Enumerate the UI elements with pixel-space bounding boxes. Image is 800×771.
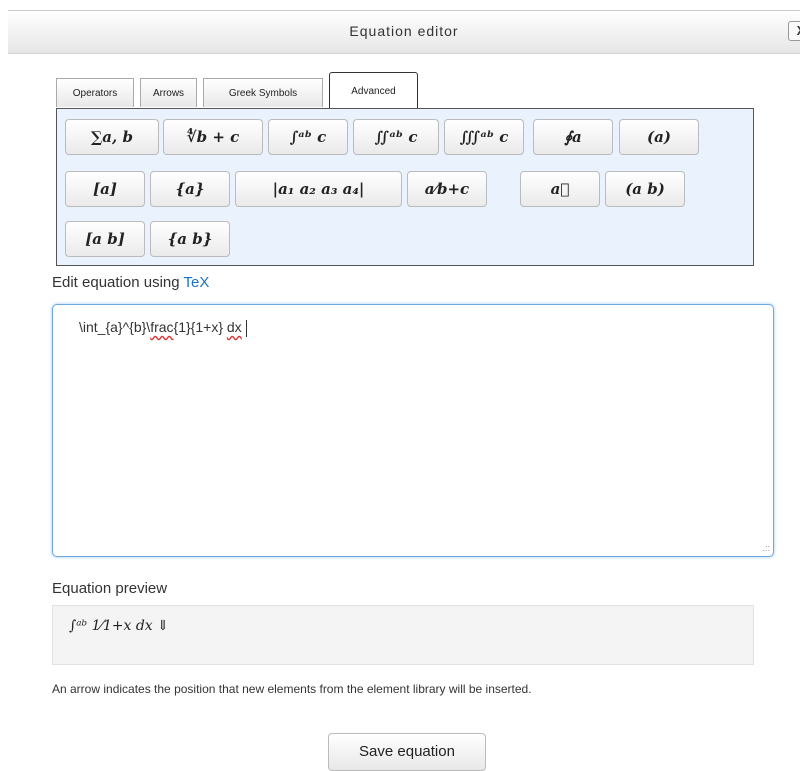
resize-grip-icon[interactable]: .:: (762, 543, 770, 553)
preview-label: Equation preview (52, 580, 168, 597)
tab-operators[interactable]: Operators (56, 78, 134, 107)
tab-advanced[interactable]: Advanced (329, 72, 418, 109)
parentheses-button[interactable]: (a) (619, 119, 699, 155)
root-button[interactable]: ∜b + c (163, 119, 263, 155)
brackets-button[interactable]: [a] (65, 171, 145, 207)
brace-vector-button[interactable]: {a b} (150, 221, 230, 257)
vector-button[interactable]: a⃗ (520, 171, 600, 207)
triple-integral-button[interactable]: ∭ᵃᵇ c (444, 119, 524, 155)
close-button[interactable]: X (788, 21, 800, 41)
sum-button[interactable]: ∑a, b (65, 119, 159, 155)
text-cursor (245, 319, 247, 337)
bracket-vector-button[interactable]: [a b] (65, 221, 145, 257)
integral-button[interactable]: ∫ᵃᵇ c (268, 119, 348, 155)
dialog-header: Equation editor (8, 10, 800, 54)
equation-preview: ∫ᵃᵇ 1⁄1+x dx ⇓ (52, 605, 754, 665)
binomial-button[interactable]: (a b) (605, 171, 685, 207)
fraction-button[interactable]: a⁄b+c (407, 171, 487, 207)
save-equation-button[interactable]: Save equation (328, 733, 486, 771)
dialog-title: Equation editor (349, 23, 459, 39)
matrix-determinant-button[interactable]: |a₁ a₂ a₃ a₄| (235, 171, 402, 207)
tab-arrows[interactable]: Arrows (140, 78, 197, 107)
preview-math: ∫ᵃᵇ 1⁄1+x dx ⇓ (69, 618, 169, 634)
tex-input-value: \int_{a}^{b}\frac{1}{1+x} dx (79, 319, 247, 337)
element-library: ∑a, b ∜b + c ∫ᵃᵇ c ∬ᵃᵇ c ∭ᵃᵇ c ∮a (a) [a… (56, 108, 754, 266)
edit-label-text: Edit equation using (52, 274, 184, 291)
braces-button[interactable]: {a} (150, 171, 230, 207)
double-integral-button[interactable]: ∬ᵃᵇ c (353, 119, 439, 155)
tex-help-link[interactable]: TeX (184, 274, 210, 291)
edit-equation-label: Edit equation using TeX (52, 274, 209, 291)
tab-greek-symbols[interactable]: Greek Symbols (203, 78, 323, 107)
contour-integral-button[interactable]: ∮a (533, 119, 613, 155)
tex-input[interactable]: \int_{a}^{b}\frac{1}{1+x} dx .:: (52, 304, 774, 557)
insertion-hint: An arrow indicates the position that new… (52, 682, 532, 696)
